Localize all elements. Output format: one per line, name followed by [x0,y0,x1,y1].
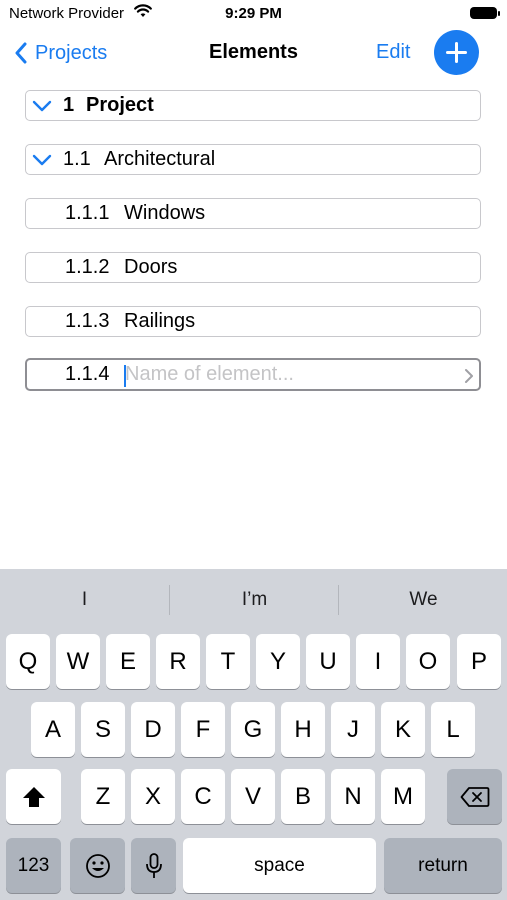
key-h[interactable]: H [281,702,325,757]
element-row-railings[interactable]: 1.1.3 Railings [25,306,481,337]
element-row-architectural[interactable]: 1.1 Architectural [25,144,481,175]
key-s[interactable]: S [81,702,125,757]
clock: 9:29 PM [225,5,282,22]
new-element-field[interactable]: 1.1.4 Name of element... [25,358,481,391]
key-t[interactable]: T [206,634,250,689]
key-z[interactable]: Z [81,769,125,824]
key-r[interactable]: R [156,634,200,689]
key-f[interactable]: F [181,702,225,757]
dictation-key[interactable] [131,838,176,893]
key-i[interactable]: I [356,634,400,689]
key-o[interactable]: O [406,634,450,689]
status-bar: Network Provider 9:29 PM [0,0,507,28]
shift-icon [22,786,45,807]
battery-icon [470,7,500,19]
key-g[interactable]: G [231,702,275,757]
key-d[interactable]: D [131,702,175,757]
element-label: Doors [124,256,178,278]
element-row-doors[interactable]: 1.1.2 Doors [25,252,481,283]
element-name-input[interactable]: Name of element... [125,363,294,386]
key-c[interactable]: C [181,769,225,824]
key-k[interactable]: K [381,702,425,757]
key-n[interactable]: N [331,769,375,824]
page-title: Elements [209,41,298,63]
key-a[interactable]: A [31,702,75,757]
element-number: 1.1.3 [65,310,110,332]
key-w[interactable]: W [56,634,100,689]
element-number: 1 [63,94,75,116]
emoji-key[interactable] [70,838,125,893]
element-label: Windows [124,202,206,224]
key-j[interactable]: J [331,702,375,757]
keyboard: I I’m We Q W E R T Y U I O P A S D F G H… [0,569,507,900]
chevron-down-icon[interactable] [32,153,52,167]
emoji-icon [85,853,110,878]
key-p[interactable]: P [457,634,501,689]
element-row-project[interactable]: 1 Project [25,90,481,121]
add-button[interactable] [434,30,479,75]
microphone-icon [145,852,162,878]
key-m[interactable]: M [381,769,425,824]
key-b[interactable]: B [281,769,325,824]
navigation-bar: Projects Elements Edit [0,28,507,80]
element-number: 1.1.4 [65,363,110,385]
chevron-down-icon[interactable] [32,99,52,113]
return-key[interactable]: return [384,838,502,893]
element-row-windows[interactable]: 1.1.1 Windows [25,198,481,229]
edit-button[interactable]: Edit [376,41,410,64]
shift-key[interactable] [6,769,61,824]
key-v[interactable]: V [231,769,275,824]
key-l[interactable]: L [431,702,475,757]
element-number: 1.1 [63,148,91,170]
element-number: 1.1.2 [65,256,110,278]
key-y[interactable]: Y [256,634,300,689]
element-label: Architectural [104,148,216,170]
key-x[interactable]: X [131,769,175,824]
suggestion[interactable]: I [0,569,169,631]
suggestion[interactable]: We [339,569,507,631]
numbers-key[interactable]: 123 [6,838,61,893]
backspace-icon [460,786,489,807]
space-key[interactable]: space [183,838,376,893]
delete-key[interactable] [447,769,502,824]
key-u[interactable]: U [306,634,350,689]
element-label: Railings [124,310,196,332]
element-number: 1.1.1 [65,202,110,224]
element-label: Project [86,94,154,116]
key-q[interactable]: Q [6,634,50,689]
key-e[interactable]: E [106,634,150,689]
suggestion[interactable]: I’m [170,569,339,631]
chevron-right-icon[interactable] [464,368,474,384]
